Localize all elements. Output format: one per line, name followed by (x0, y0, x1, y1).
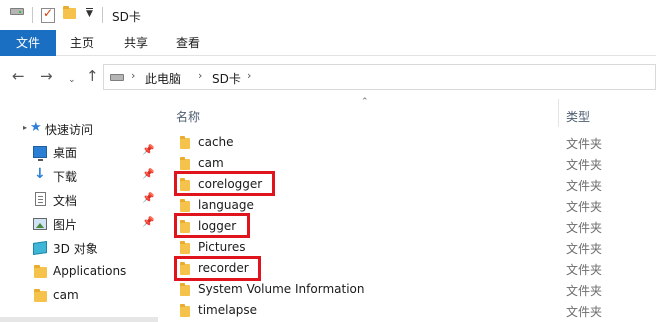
folder-icon (180, 178, 190, 191)
folder-icon (180, 136, 190, 149)
folder-icon (180, 199, 190, 212)
navigation-pane: ▸ ★ 快速访问 桌面 📌 ↓ 下载 📌 文档 📌 图片 📌 3D 对象 App… (0, 97, 158, 322)
customize-toolbar-chevron-down-icon[interactable]: ▼ (86, 8, 93, 19)
list-item[interactable]: cam 文件夹 (158, 154, 656, 175)
sidebar-item-label: Applications (53, 264, 127, 278)
list-item[interactable]: logger 文件夹 (158, 217, 656, 238)
recent-locations-chevron-down-icon[interactable]: ⌄ (68, 71, 76, 89)
file-name[interactable]: cache (198, 135, 234, 149)
chevron-right-icon[interactable]: › (198, 69, 202, 82)
list-item[interactable]: Pictures 文件夹 (158, 238, 656, 259)
sidebar-item-pictures[interactable]: 图片 📌 (0, 212, 158, 236)
sidebar-item-cam[interactable]: cam (0, 284, 158, 308)
sidebar-item-documents[interactable]: 文档 📌 (0, 188, 158, 212)
sidebar-item-label: 下载 (53, 170, 78, 184)
desktop-icon (33, 146, 47, 161)
sort-ascending-chevron-up-icon: ⌃ (361, 97, 369, 107)
documents-icon (35, 192, 46, 206)
file-name[interactable]: language (198, 198, 254, 212)
file-type: 文件夹 (566, 221, 603, 235)
navigation-bar: ← → ⌄ ↑ › 此电脑 › SD卡 › (0, 57, 656, 97)
tab-file[interactable]: 文件 (0, 30, 56, 56)
list-item[interactable]: timelapse 文件夹 (158, 301, 656, 322)
sidebar-item-label: 3D 对象 (53, 242, 98, 256)
sidebar-item-label: 快速访问 (45, 123, 94, 137)
drive-icon (10, 8, 24, 15)
pin-icon[interactable]: 📌 (142, 193, 154, 204)
file-type: 文件夹 (566, 200, 603, 214)
list-item[interactable]: System Volume Information 文件夹 (158, 280, 656, 301)
toolbar-divider (102, 7, 103, 23)
ribbon: 文件 主页 共享 查看 (0, 30, 656, 56)
sidebar-item-downloads[interactable]: ↓ 下载 📌 (0, 164, 158, 188)
folder-icon (34, 265, 47, 278)
pin-icon[interactable]: 📌 (142, 145, 154, 156)
window-title: SD卡 (112, 10, 141, 24)
file-name[interactable]: logger (198, 219, 236, 233)
tab-share[interactable]: 共享 (114, 30, 158, 56)
file-type: 文件夹 (566, 137, 603, 151)
sidebar-item-label: 桌面 (53, 146, 78, 160)
horizontal-scrollbar[interactable] (0, 317, 158, 322)
up-arrow-icon[interactable]: ↑ (86, 67, 99, 85)
file-type: 文件夹 (566, 158, 603, 172)
column-header-type[interactable]: 类型 (566, 108, 590, 125)
breadcrumb-sd-card[interactable]: SD卡 (212, 70, 241, 87)
3d-objects-icon (33, 241, 47, 255)
pin-icon[interactable]: 📌 (142, 217, 154, 228)
pin-icon[interactable]: 📌 (142, 169, 154, 180)
pictures-icon (33, 218, 47, 230)
chevron-down-icon[interactable]: ▸ (23, 123, 27, 132)
sidebar-item-desktop[interactable]: 桌面 📌 (0, 140, 158, 164)
file-type: 文件夹 (566, 179, 603, 193)
sidebar-item-label: 文档 (53, 194, 78, 208)
tab-view[interactable]: 查看 (166, 30, 210, 56)
toolbar-divider (32, 7, 33, 23)
file-type: 文件夹 (566, 284, 603, 298)
file-list: ⌃ 名称 类型 cache 文件夹 cam 文件夹 corelogger 文件夹… (158, 97, 656, 322)
folder-icon (180, 283, 190, 296)
properties-icon[interactable] (41, 6, 55, 23)
file-name[interactable]: cam (198, 156, 224, 170)
tab-home[interactable]: 主页 (60, 30, 104, 56)
file-type: 文件夹 (566, 305, 603, 319)
folder-icon (34, 289, 47, 302)
list-item[interactable]: cache 文件夹 (158, 133, 656, 154)
column-header-name[interactable]: 名称 (176, 108, 200, 125)
breadcrumb-this-pc[interactable]: 此电脑 (145, 70, 181, 87)
folder-icon (180, 262, 190, 275)
file-type: 文件夹 (566, 242, 603, 256)
new-folder-icon[interactable] (63, 6, 76, 19)
file-name[interactable]: Pictures (198, 240, 246, 254)
back-arrow-icon[interactable]: ← (12, 67, 25, 85)
chevron-right-icon[interactable]: › (131, 69, 135, 82)
title-bar: ▼ SD卡 (0, 0, 656, 30)
sidebar-item-applications[interactable]: Applications (0, 260, 158, 284)
list-item[interactable]: recorder 文件夹 (158, 259, 656, 280)
folder-icon (180, 220, 190, 233)
drive-icon (110, 74, 124, 81)
file-name[interactable]: recorder (198, 261, 249, 275)
folder-icon (180, 241, 190, 254)
folder-icon (180, 157, 190, 170)
star-icon: ★ (30, 120, 42, 135)
folder-icon (180, 304, 190, 317)
file-name[interactable]: System Volume Information (198, 282, 364, 296)
file-name[interactable]: corelogger (198, 177, 262, 191)
address-bar[interactable]: › 此电脑 › SD卡 › (103, 64, 656, 90)
sidebar-item-3d-objects[interactable]: 3D 对象 (0, 236, 158, 260)
file-type: 文件夹 (566, 263, 603, 277)
sidebar-item-quick-access[interactable]: ▸ ★ 快速访问 (0, 117, 158, 141)
list-item[interactable]: language 文件夹 (158, 196, 656, 217)
chevron-right-icon[interactable]: › (247, 69, 251, 82)
list-item[interactable]: corelogger 文件夹 (158, 175, 656, 196)
sidebar-item-label: 图片 (53, 218, 78, 232)
sidebar-item-label: cam (53, 288, 79, 302)
forward-arrow-icon[interactable]: → (40, 67, 53, 85)
file-name[interactable]: timelapse (198, 303, 257, 317)
download-icon: ↓ (34, 166, 46, 182)
column-divider[interactable] (558, 99, 559, 127)
